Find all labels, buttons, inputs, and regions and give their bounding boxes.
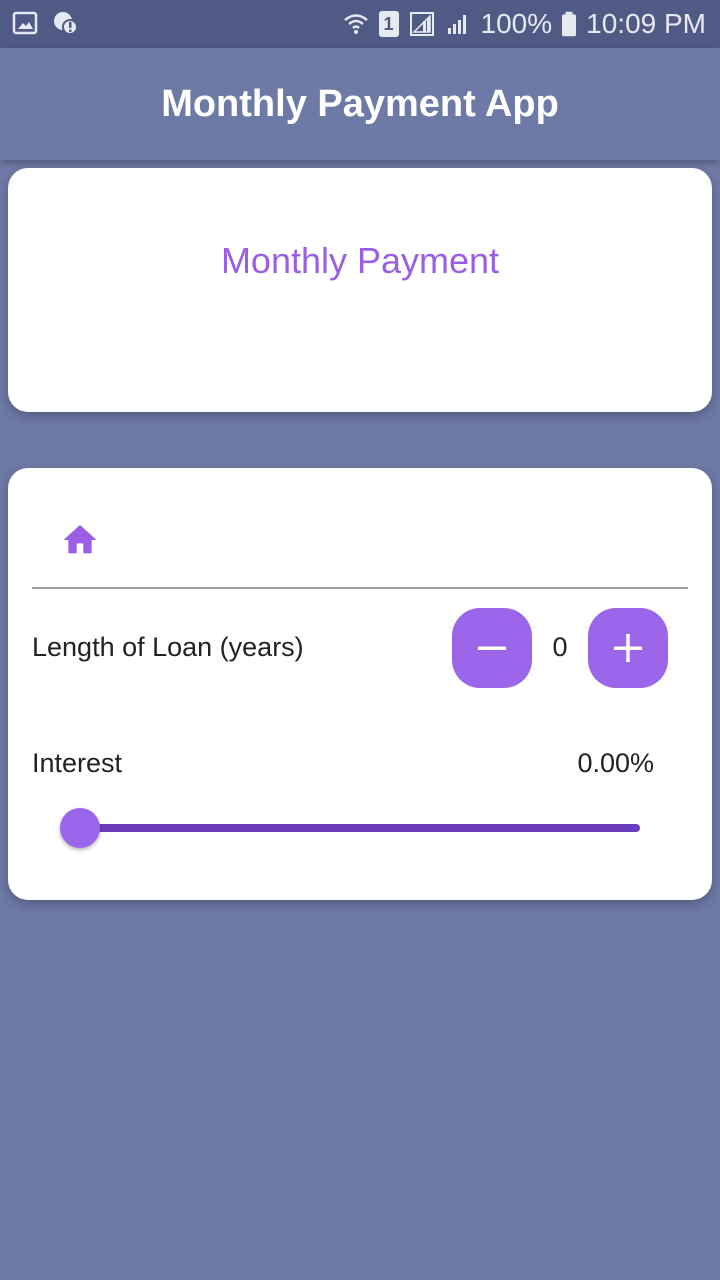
loan-length-value: 0 — [552, 632, 568, 662]
monthly-payment-card: Monthly Payment — [8, 168, 712, 412]
image-icon — [12, 11, 38, 35]
decrement-loan-button[interactable] — [452, 608, 532, 688]
slider-thumb[interactable] — [60, 808, 100, 848]
slider-track[interactable] — [80, 824, 640, 832]
loan-length-label: Length of Loan (years) — [32, 632, 304, 662]
signal-icon — [409, 12, 434, 36]
plus-icon — [614, 634, 642, 662]
battery-icon — [562, 11, 577, 37]
alert-icon — [54, 12, 78, 35]
sim-icon: 1 — [378, 11, 399, 37]
battery-percent: 100% — [480, 8, 553, 39]
loan-settings-card: Length of Loan (years) 0 Interest 0.00% — [8, 468, 712, 900]
status-time: 10:09 PM — [586, 8, 706, 39]
status-right-icons: 1 100% 10:09 PM — [343, 0, 706, 48]
increment-loan-button[interactable] — [588, 608, 668, 688]
status-left-icons — [12, 10, 78, 36]
status-bar: 1 100% 10:09 PM — [0, 0, 720, 48]
interest-value: 0.00% — [577, 748, 654, 778]
home-icon — [63, 525, 97, 554]
signal-icon — [447, 15, 466, 34]
interest-slider[interactable] — [60, 804, 640, 852]
divider — [32, 587, 688, 589]
wifi-icon — [343, 14, 368, 34]
app-bar: Monthly Payment App — [0, 48, 720, 160]
minus-icon — [478, 646, 506, 650]
app-title: Monthly Payment App — [161, 82, 559, 125]
interest-label: Interest — [32, 748, 123, 778]
monthly-payment-title: Monthly Payment — [220, 240, 500, 281]
